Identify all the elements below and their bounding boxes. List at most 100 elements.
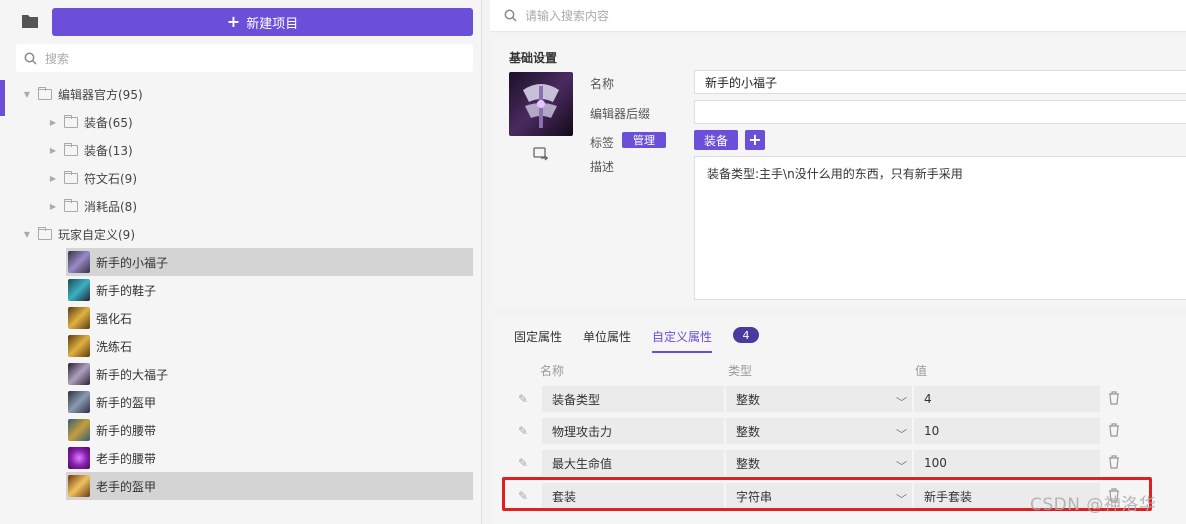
column-header-name: 名称 — [540, 364, 565, 378]
basic-settings-title: 基础设置 — [509, 51, 558, 65]
item-thumbnail-icon — [68, 307, 90, 329]
property-name-input[interactable]: 物理攻击力 — [542, 418, 724, 444]
sidebar-search-input[interactable]: 搜索 — [16, 44, 473, 72]
tree-item[interactable]: 老手的腰带 — [66, 444, 473, 472]
tree-item-label: 洗练石 — [96, 339, 133, 354]
tree-group-equip13[interactable]: ▶ 装备(13) — [48, 136, 133, 164]
new-project-button[interactable]: + 新建项目 — [52, 8, 473, 36]
trash-icon[interactable] — [1108, 423, 1120, 437]
item-image[interactable] — [509, 72, 573, 136]
tree-item[interactable]: 新手的大福子 — [66, 360, 473, 388]
tree-group-label: 符文石(9) — [84, 171, 137, 186]
property-type-select[interactable]: 字符串 ﹀ — [726, 483, 912, 509]
tree-item[interactable]: 新手的腰带 — [66, 416, 473, 444]
property-type-value: 整数 — [736, 392, 761, 407]
folder-outline-icon — [64, 114, 78, 128]
description-textarea[interactable]: 装备类型:主手\n没什么用的东西，只有新手采用 — [694, 156, 1186, 300]
search-icon — [24, 52, 37, 65]
tag-chip[interactable]: 装备 — [694, 130, 738, 150]
trash-icon[interactable] — [1108, 455, 1120, 469]
chevron-down-icon: ﹀ — [896, 396, 907, 409]
folder-icon[interactable] — [20, 11, 40, 31]
tree-item-label: 强化石 — [96, 311, 133, 326]
tree-group-label: 装备(65) — [84, 115, 133, 130]
item-thumbnail-icon — [68, 475, 90, 497]
edit-pencil-icon[interactable]: ✎ — [518, 456, 532, 470]
tree-item-label: 新手的鞋子 — [96, 283, 157, 298]
tree-item[interactable]: 强化石 — [66, 304, 473, 332]
add-tag-button[interactable]: + — [745, 130, 765, 150]
folder-outline-icon — [38, 86, 52, 100]
swap-image-icon[interactable] — [533, 146, 549, 162]
edit-pencil-icon[interactable]: ✎ — [518, 392, 532, 406]
tree-group-equip65[interactable]: ▶ 装备(65) — [48, 108, 133, 136]
property-row: ✎ 物理攻击力 整数 ﹀ 10 — [514, 418, 1124, 446]
caret-right-icon[interactable]: ▶ — [48, 202, 58, 211]
property-value-input[interactable]: 100 — [914, 450, 1100, 476]
tab-fixed-props[interactable]: 固定属性 — [514, 328, 562, 351]
sidebar-search-placeholder: 搜索 — [45, 51, 70, 66]
tree-item[interactable]: 新手的小福子 — [66, 248, 473, 276]
suffix-input[interactable] — [694, 100, 1186, 124]
tags-label: 标签 — [590, 136, 615, 150]
watermark: CSDN @神洛华 — [1030, 495, 1157, 515]
tab-unit-props[interactable]: 单位属性 — [583, 328, 631, 351]
item-thumbnail-icon — [68, 251, 90, 273]
item-thumbnail-icon — [68, 391, 90, 413]
sidebar-accent — [0, 80, 5, 116]
tree-group-player[interactable]: ▼ 玩家自定义(9) — [22, 220, 135, 248]
manage-tags-button[interactable]: 管理 — [622, 132, 666, 148]
trash-icon[interactable] — [1108, 391, 1120, 405]
item-thumbnail-icon — [68, 419, 90, 441]
property-type-select[interactable]: 整数 ﹀ — [726, 450, 912, 476]
property-type-select[interactable]: 整数 ﹀ — [726, 418, 912, 444]
chevron-down-icon: ﹀ — [896, 493, 907, 506]
column-header-value: 值 — [915, 364, 928, 378]
project-sidebar: + 新建项目 搜索 ▼ 编辑器官方(95) ▶ 装备(65) ▶ 装备(13) … — [0, 0, 482, 524]
tree-group-official[interactable]: ▼ 编辑器官方(95) — [22, 80, 143, 108]
property-name-input[interactable]: 套装 — [542, 483, 724, 509]
item-thumbnail-icon — [68, 279, 90, 301]
edit-pencil-icon[interactable]: ✎ — [518, 424, 532, 438]
property-value-input[interactable]: 4 — [914, 386, 1100, 412]
caret-right-icon[interactable]: ▶ — [48, 118, 58, 127]
caret-down-icon[interactable]: ▼ — [22, 230, 32, 239]
plus-icon: + — [226, 12, 241, 31]
item-thumbnail-icon — [68, 363, 90, 385]
property-type-value: 字符串 — [736, 489, 773, 504]
property-type-value: 整数 — [736, 456, 761, 471]
tree-group-runestone[interactable]: ▶ 符文石(9) — [48, 164, 137, 192]
tree-item-label: 新手的小福子 — [96, 255, 169, 270]
tree-item[interactable]: 新手的鞋子 — [66, 276, 473, 304]
axe-icon — [523, 84, 559, 128]
suffix-label: 编辑器后缀 — [590, 107, 651, 121]
tree-item-label: 新手的大福子 — [96, 367, 169, 382]
tree-item[interactable]: 老手的盔甲 — [66, 472, 473, 500]
tree-item-label: 新手的盔甲 — [96, 395, 157, 410]
tree-group-consumable[interactable]: ▶ 消耗品(8) — [48, 192, 137, 220]
top-search-input[interactable]: 请输入搜索内容 — [490, 0, 1186, 32]
column-header-type: 类型 — [728, 364, 753, 378]
top-search-placeholder: 请输入搜索内容 — [525, 9, 610, 23]
tree-item[interactable]: 新手的盔甲 — [66, 388, 473, 416]
caret-right-icon[interactable]: ▶ — [48, 174, 58, 183]
tab-custom-props[interactable]: 自定义属性 — [652, 328, 713, 353]
caret-right-icon[interactable]: ▶ — [48, 146, 58, 155]
description-label: 描述 — [590, 160, 615, 174]
property-name-input[interactable]: 装备类型 — [542, 386, 724, 412]
tree-item[interactable]: 洗练石 — [66, 332, 473, 360]
tree-item-label: 老手的盔甲 — [96, 479, 157, 494]
new-project-label: 新建项目 — [246, 16, 299, 32]
property-value-input[interactable]: 10 — [914, 418, 1100, 444]
property-name-input[interactable]: 最大生命值 — [542, 450, 724, 476]
folder-outline-icon — [64, 170, 78, 184]
name-input[interactable]: 新手的小福子 — [694, 70, 1186, 94]
folder-outline-icon — [64, 142, 78, 156]
caret-down-icon[interactable]: ▼ — [22, 90, 32, 99]
edit-pencil-icon[interactable]: ✎ — [518, 489, 532, 503]
chevron-down-icon: ﹀ — [896, 428, 907, 441]
tree-group-label: 玩家自定义(9) — [58, 227, 135, 242]
item-thumbnail-icon — [68, 335, 90, 357]
tree-item-label: 老手的腰带 — [96, 451, 157, 466]
property-type-select[interactable]: 整数 ﹀ — [726, 386, 912, 412]
